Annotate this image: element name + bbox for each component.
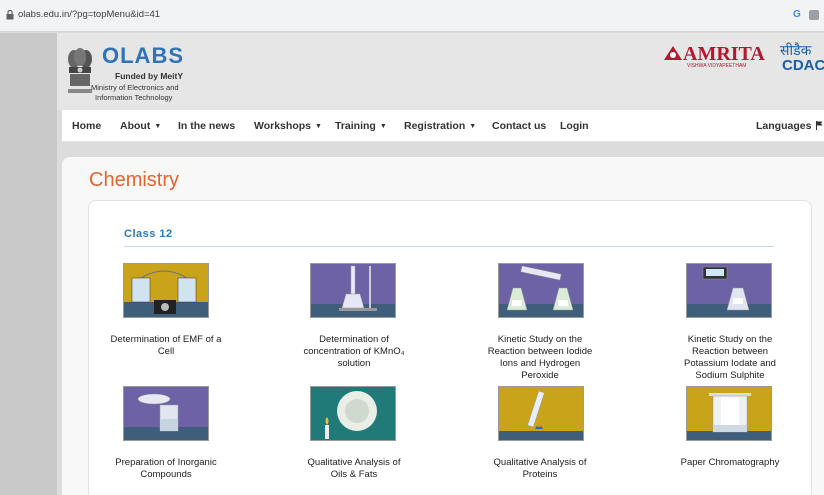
experiment-thumbnail[interactable] (310, 386, 396, 441)
experiment-thumbnail[interactable] (686, 263, 772, 318)
extension-icon[interactable] (809, 10, 819, 20)
experiment-title[interactable]: Preparation of Inorganic Compounds (91, 457, 241, 481)
nav-registration[interactable]: Registration ▼ (404, 120, 476, 132)
amrita-emblem-icon (664, 46, 682, 60)
class-heading: Class 12 (124, 228, 173, 240)
cdac-logo[interactable]: CDAC (782, 57, 824, 74)
main-nav: Home About ▼ In the news Workshops ▼ Train… (62, 110, 824, 142)
experiment-thumbnail[interactable] (498, 263, 584, 318)
nav-workshops[interactable]: Workshops ▼ (254, 120, 322, 132)
experiment-thumbnail[interactable] (498, 386, 584, 441)
nav-news[interactable]: In the news (178, 120, 235, 132)
ministry-text: Ministry of Electronics and Information … (91, 83, 179, 102)
emf-cell-image (124, 264, 208, 317)
nav-home[interactable]: Home (72, 120, 101, 132)
experiment-title[interactable]: Determination of concentration of KMnO₄ … (279, 334, 429, 370)
oils-fats-image (311, 387, 395, 440)
left-gutter (0, 33, 57, 495)
google-icon[interactable]: G (793, 9, 801, 20)
experiment-title[interactable]: Qualitative Analysis of Proteins (465, 457, 615, 481)
experiment-thumbnail[interactable] (686, 386, 772, 441)
national-emblem-icon (68, 48, 92, 93)
nav-about[interactable]: About ▼ (120, 120, 161, 132)
experiment-title[interactable]: Qualitative Analysis of Oils & Fats (279, 457, 429, 481)
amrita-subtitle: VISHWA VIDYAPEETHAM (687, 63, 747, 69)
experiment-title[interactable]: Determination of EMF of a Cell (91, 334, 241, 358)
chevron-down-icon: ▼ (154, 123, 162, 130)
url-text[interactable]: olabs.edu.in/?pg=topMenu&id=41 (18, 9, 160, 20)
flag-icon (816, 121, 823, 130)
funded-by-text: Funded by MeitY (115, 71, 183, 81)
olabs-logo[interactable]: OLABS (102, 43, 184, 69)
experiment-thumbnail[interactable] (123, 263, 209, 318)
inorganic-compounds-image (124, 387, 208, 440)
experiment-title[interactable]: Paper Chromatography (655, 457, 805, 469)
chevron-down-icon: ▼ (379, 123, 387, 130)
chevron-down-icon: ▼ (314, 123, 322, 130)
nav-languages[interactable]: Languages (756, 120, 823, 132)
experiment-title[interactable]: Kinetic Study on the Reaction between Po… (655, 334, 805, 382)
paper-chromatography-image (687, 387, 771, 440)
nav-contact[interactable]: Contact us (492, 120, 546, 132)
lock-icon (6, 10, 14, 20)
page-title: Chemistry (89, 169, 180, 191)
site-header: OLABS Funded by MeitY Ministry of Electr… (57, 33, 824, 110)
experiment-title[interactable]: Kinetic Study on the Reaction between Io… (465, 334, 615, 382)
iodide-kinetics-image (499, 264, 583, 317)
kmno4-titration-image (311, 264, 395, 317)
iodate-kinetics-image (687, 264, 771, 317)
experiments-card: Class 12 Determination of EMF of a Cell (88, 200, 812, 495)
main-content: Chemistry Class 12 Determination of EMF … (62, 157, 824, 495)
proteins-image (499, 387, 583, 440)
experiment-thumbnail[interactable] (310, 263, 396, 318)
experiment-thumbnail[interactable] (123, 386, 209, 441)
chevron-down-icon: ▼ (469, 123, 477, 130)
browser-address-bar[interactable]: olabs.edu.in/?pg=topMenu&id=41 G (0, 0, 824, 32)
nav-training[interactable]: Training ▼ (335, 120, 387, 132)
nav-login[interactable]: Login (560, 120, 589, 132)
class-divider (124, 246, 774, 247)
